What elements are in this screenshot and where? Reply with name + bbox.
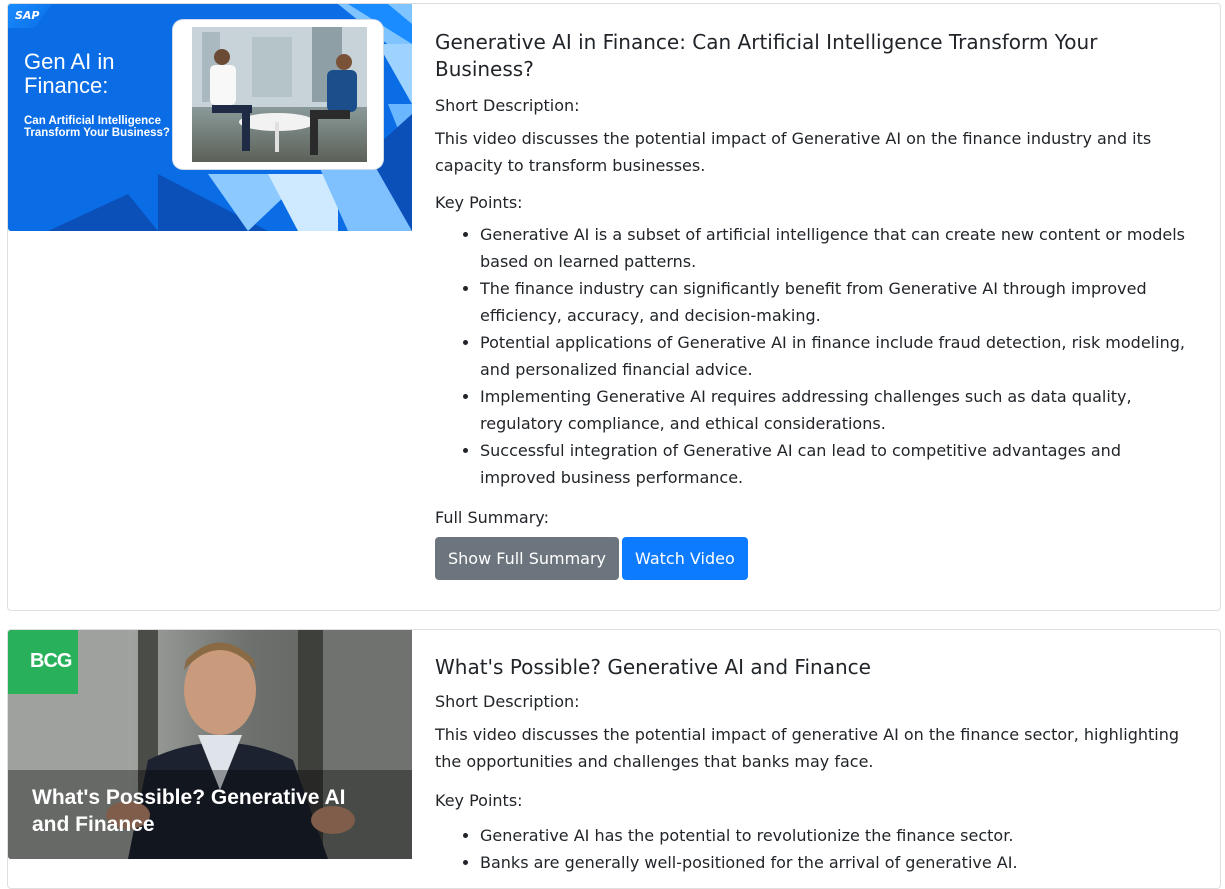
video-title: Generative AI in Finance: Can Artificial… bbox=[435, 30, 1098, 81]
interview-photo bbox=[192, 27, 367, 162]
bcg-logo: BCG bbox=[8, 630, 78, 694]
video-card: SAP Gen AI in Finance: Can Artificial In… bbox=[7, 3, 1221, 611]
watch-video-button[interactable]: Watch Video bbox=[622, 537, 748, 580]
bcg-logo-text: BCG bbox=[30, 650, 72, 672]
short-description: This video discusses the potential impac… bbox=[435, 725, 1179, 771]
key-point: Potential applications of Generative AI … bbox=[480, 329, 1200, 383]
short-description-label: Short Description: bbox=[435, 692, 580, 711]
key-point: Banks are generally well-positioned for … bbox=[480, 849, 1200, 876]
interview-scene bbox=[192, 27, 367, 155]
short-description: This video discusses the potential impac… bbox=[435, 129, 1152, 175]
thumbnail-subtitle: Can Artificial Intelligence Transform Yo… bbox=[24, 115, 170, 139]
thumbnail-title-line2: Finance: bbox=[24, 73, 109, 98]
key-point: Successful integration of Generative AI … bbox=[480, 437, 1200, 491]
key-point: Generative AI is a subset of artificial … bbox=[480, 221, 1200, 275]
thumbnail-caption: What's Possible? Generative AI and Finan… bbox=[32, 786, 346, 836]
key-points-label: Key Points: bbox=[435, 791, 523, 810]
card-content: Generative AI in Finance: Can Artificial… bbox=[435, 4, 1200, 580]
sap-logo-text: SAP bbox=[15, 9, 40, 22]
full-summary-label: Full Summary: bbox=[435, 508, 549, 527]
thumbnail-title-line1: Gen AI in bbox=[24, 49, 115, 74]
key-points-label: Key Points: bbox=[435, 193, 523, 212]
video-title: What's Possible? Generative AI and Finan… bbox=[435, 655, 871, 679]
button-row: Show Full Summary Watch Video bbox=[435, 537, 1200, 580]
key-points-list: Generative AI is a subset of artificial … bbox=[435, 221, 1200, 491]
video-card: BCG What's Possible? Generative AI and F… bbox=[7, 629, 1221, 889]
show-full-summary-button[interactable]: Show Full Summary bbox=[435, 537, 620, 580]
key-points-list: Generative AI has the potential to revol… bbox=[435, 822, 1200, 876]
key-point: Generative AI has the potential to revol… bbox=[480, 822, 1200, 849]
thumbnail-title: Gen AI in Finance: bbox=[24, 50, 115, 98]
short-description-label: Short Description: bbox=[435, 96, 580, 115]
key-point: Implementing Generative AI requires addr… bbox=[480, 383, 1200, 437]
video-thumbnail[interactable]: BCG What's Possible? Generative AI and F… bbox=[8, 630, 412, 859]
video-thumbnail[interactable]: SAP Gen AI in Finance: Can Artificial In… bbox=[8, 4, 412, 231]
key-point: The finance industry can significantly b… bbox=[480, 275, 1200, 329]
card-content: What's Possible? Generative AI and Finan… bbox=[435, 630, 1200, 876]
